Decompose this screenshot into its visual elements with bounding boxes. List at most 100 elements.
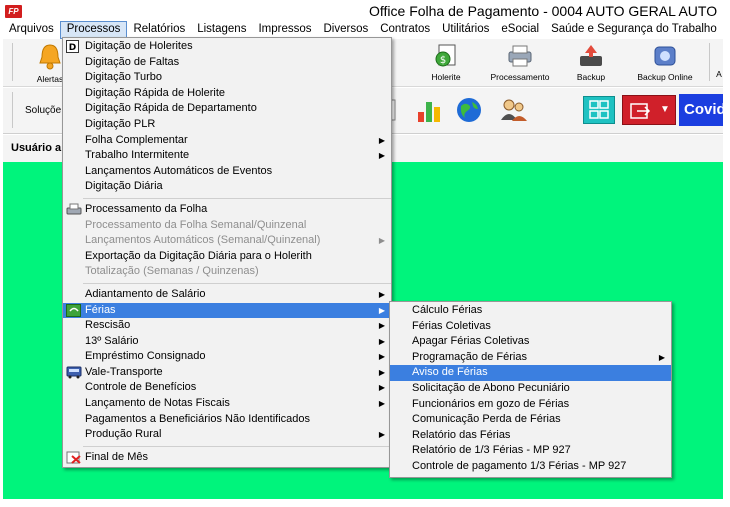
processos-item-digitacao-rapida-de-departamento[interactable]: Digitação Rápida de Departamento bbox=[63, 101, 391, 117]
processos-item-lancamentos-automaticos-semanal-quinzenal: Lançamentos Automáticos (Semanal/Quinzen… bbox=[63, 233, 391, 249]
printer-icon bbox=[508, 45, 532, 67]
processos-item-vale-transporte[interactable]: Vale-Transporte ▶ bbox=[63, 365, 391, 381]
backup-button[interactable]: Backup bbox=[569, 43, 613, 82]
processing-icon bbox=[66, 203, 82, 216]
window-title: Office Folha de Pagamento - 0004 AUTO GE… bbox=[369, 3, 718, 19]
users-icon[interactable] bbox=[499, 96, 529, 124]
svg-text:$: $ bbox=[440, 55, 446, 66]
ferias-item-relatorio-das-ferias[interactable]: Relatório das Férias bbox=[390, 428, 671, 444]
ferias-item-controle-de-pagamento-1-3-ferias-mp-927[interactable]: Controle de pagamento 1/3 Férias - MP 92… bbox=[390, 459, 671, 475]
processos-item-lancamento-de-notas-fiscais[interactable]: Lançamento de Notas Fiscais ▶ bbox=[63, 396, 391, 412]
submenu-arrow-icon: ▶ bbox=[658, 352, 665, 362]
processos-item-processamento-da-folha[interactable]: Processamento da Folha bbox=[63, 202, 391, 218]
processos-dropdown-menu: D Digitação de Holerites Digitação de Falt… bbox=[62, 37, 392, 469]
processos-item-final-de-mes[interactable]: Final de Mês bbox=[63, 450, 391, 466]
money-document-icon: $ bbox=[435, 44, 456, 67]
processos-item-label: Empréstimo Consignado bbox=[85, 350, 206, 363]
ferias-item-label: Controle de pagamento 1/3 Férias - MP 92… bbox=[412, 459, 627, 472]
processos-item-label: Digitação Turbo bbox=[85, 71, 163, 84]
processos-item-digitacao-plr[interactable]: Digitação PLR bbox=[63, 117, 391, 133]
processos-item-label: Digitação Rápida de Departamento bbox=[85, 102, 257, 115]
submenu-arrow-icon: ▶ bbox=[378, 321, 385, 331]
processos-item-label: Lançamentos Automáticos (Semanal/Quinzen… bbox=[85, 234, 321, 247]
processos-item-pagamentos-a-beneficiarios-nao-identificados[interactable]: Pagamentos a Beneficiários Não Identific… bbox=[63, 412, 391, 428]
globe-icon[interactable] bbox=[455, 96, 483, 124]
processamento-button[interactable]: Processamento bbox=[485, 43, 555, 82]
submenu-arrow-icon: ▶ bbox=[378, 151, 385, 161]
ferias-item-solicitacao-de-abono-pecuniario[interactable]: Solicitação de Abono Pecuniário bbox=[390, 381, 671, 397]
submenu-arrow-icon: ▶ bbox=[378, 336, 385, 346]
bell-icon bbox=[39, 44, 61, 70]
processos-item-digitacao-de-holerites[interactable]: D Digitação de Holerites bbox=[63, 39, 391, 55]
processos-item-13-salario[interactable]: 13º Salário ▶ bbox=[63, 334, 391, 350]
exit-dropdown-button[interactable]: ▼ bbox=[622, 95, 676, 125]
menu-divider bbox=[83, 445, 391, 447]
processos-item-label: Exportação da Digitação Diária para o Ho… bbox=[85, 249, 312, 262]
processos-item-rescisao[interactable]: Rescisão ▶ bbox=[63, 318, 391, 334]
processos-item-lancamentos-automaticos-de-eventos[interactable]: Lançamentos Automáticos de Eventos bbox=[63, 164, 391, 180]
processos-item-emprestimo-consignado[interactable]: Empréstimo Consignado ▶ bbox=[63, 349, 391, 365]
submenu-arrow-icon: ▶ bbox=[378, 289, 385, 299]
toolbar-cut-off-button[interactable]: A bbox=[715, 69, 723, 79]
processos-item-trabalho-intermitente[interactable]: Trabalho Intermitente ▶ bbox=[63, 148, 391, 164]
processos-item-digitacao-rapida-de-holerite[interactable]: Digitação Rápida de Holerite bbox=[63, 86, 391, 102]
processos-item-label: Digitação de Holerites bbox=[85, 40, 193, 52]
processos-item-totalizacao-semanas-quinzenas: Totalização (Semanas / Quinzenas) bbox=[63, 264, 391, 280]
ferias-item-calculo-ferias[interactable]: Cálculo Férias bbox=[390, 303, 671, 319]
network-grid-button[interactable] bbox=[583, 96, 615, 124]
processos-item-label: Digitação PLR bbox=[85, 117, 156, 130]
chevron-down-icon: ▼ bbox=[660, 104, 670, 115]
submenu-arrow-icon: ▶ bbox=[378, 236, 385, 246]
submenu-arrow-icon: ▶ bbox=[378, 430, 385, 440]
processos-item-label: Lançamentos Automáticos de Eventos bbox=[85, 164, 273, 177]
covid-button[interactable]: Covid bbox=[679, 94, 723, 126]
menu-saude-seguranca[interactable]: Saúde e Segurança do Trabalho bbox=[545, 21, 723, 39]
processos-item-digitacao-de-faltas[interactable]: Digitação de Faltas bbox=[63, 55, 391, 71]
processos-item-folha-complementar[interactable]: Folha Complementar ▶ bbox=[63, 133, 391, 149]
processos-item-label: Folha Complementar bbox=[85, 133, 188, 146]
solucoes-button[interactable]: Soluçõe bbox=[25, 105, 61, 116]
backup-label: Backup bbox=[576, 72, 606, 82]
processos-item-label: Produção Rural bbox=[85, 428, 162, 441]
processos-item-label: Digitação Diária bbox=[85, 180, 163, 193]
ferias-item-label: Cálculo Férias bbox=[412, 304, 483, 316]
ferias-item-apagar-ferias-coletivas[interactable]: Apagar Férias Coletivas bbox=[390, 334, 671, 350]
bar-chart-icon[interactable] bbox=[415, 96, 443, 124]
holerite-button[interactable]: $ Holerite bbox=[425, 43, 467, 82]
ferias-item-programacao-de-ferias[interactable]: Programação de Férias ▶ bbox=[390, 350, 671, 366]
ferias-item-label: Férias Coletivas bbox=[412, 319, 491, 332]
ferias-item-funcionarios-em-gozo-de-ferias[interactable]: Funcionários em gozo de Férias bbox=[390, 397, 671, 413]
processos-item-label: Férias bbox=[85, 303, 116, 316]
toolbar-separator bbox=[12, 43, 13, 81]
processos-item-exportacao-da-digitacao-diaria-para-o-holerith[interactable]: Exportação da Digitação Diária para o Ho… bbox=[63, 249, 391, 265]
ferias-item-comunicacao-perda-de-ferias[interactable]: Comunicação Perda de Férias bbox=[390, 412, 671, 428]
submenu-arrow-icon: ▶ bbox=[378, 135, 385, 145]
processos-item-digitacao-diaria[interactable]: Digitação Diária bbox=[63, 179, 391, 195]
backup-online-label: Backup Online bbox=[637, 72, 693, 82]
processos-item-label: Processamento da Folha bbox=[85, 202, 208, 215]
svg-text:D: D bbox=[69, 43, 76, 53]
processos-item-ferias[interactable]: Férias ▶ bbox=[63, 302, 391, 319]
ferias-item-ferias-coletivas[interactable]: Férias Coletivas bbox=[390, 319, 671, 335]
menu-esocial[interactable]: eSocial bbox=[495, 21, 545, 39]
ferias-item-label: Relatório de 1/3 Férias - MP 927 bbox=[412, 444, 571, 457]
processos-item-producao-rural[interactable]: Produção Rural ▶ bbox=[63, 427, 391, 443]
backup-online-button[interactable]: Backup Online bbox=[633, 43, 697, 82]
menu-arquivos[interactable]: Arquivos bbox=[3, 21, 60, 39]
processos-item-label: Trabalho Intermitente bbox=[85, 149, 190, 162]
processamento-label: Processamento bbox=[490, 72, 550, 82]
processos-item-adiantamento-de-salario[interactable]: Adiantamento de Salário ▶ bbox=[63, 287, 391, 303]
ferias-item-aviso-de-ferias[interactable]: Aviso de Férias bbox=[390, 365, 671, 381]
processos-item-controle-de-beneficios[interactable]: Controle de Benefícios ▶ bbox=[63, 380, 391, 396]
processos-item-label: Pagamentos a Beneficiários Não Identific… bbox=[85, 412, 311, 425]
processos-item-label: Digitação Rápida de Holerite bbox=[85, 86, 226, 99]
menu-divider bbox=[83, 282, 391, 284]
ferias-item-label: Aviso de Férias bbox=[412, 366, 488, 379]
ferias-item-relatorio-de-1-3-ferias-mp-927[interactable]: Relatório de 1/3 Férias - MP 927 bbox=[390, 443, 671, 459]
menu-utilitarios[interactable]: Utilitários bbox=[436, 21, 495, 39]
app-logo-icon: FP bbox=[5, 5, 22, 18]
processos-item-label: Digitação de Faltas bbox=[85, 55, 180, 68]
processos-item-label: Controle de Benefícios bbox=[85, 381, 197, 394]
ferias-item-label: Apagar Férias Coletivas bbox=[412, 335, 530, 348]
processos-item-digitacao-turbo[interactable]: Digitação Turbo bbox=[63, 70, 391, 86]
